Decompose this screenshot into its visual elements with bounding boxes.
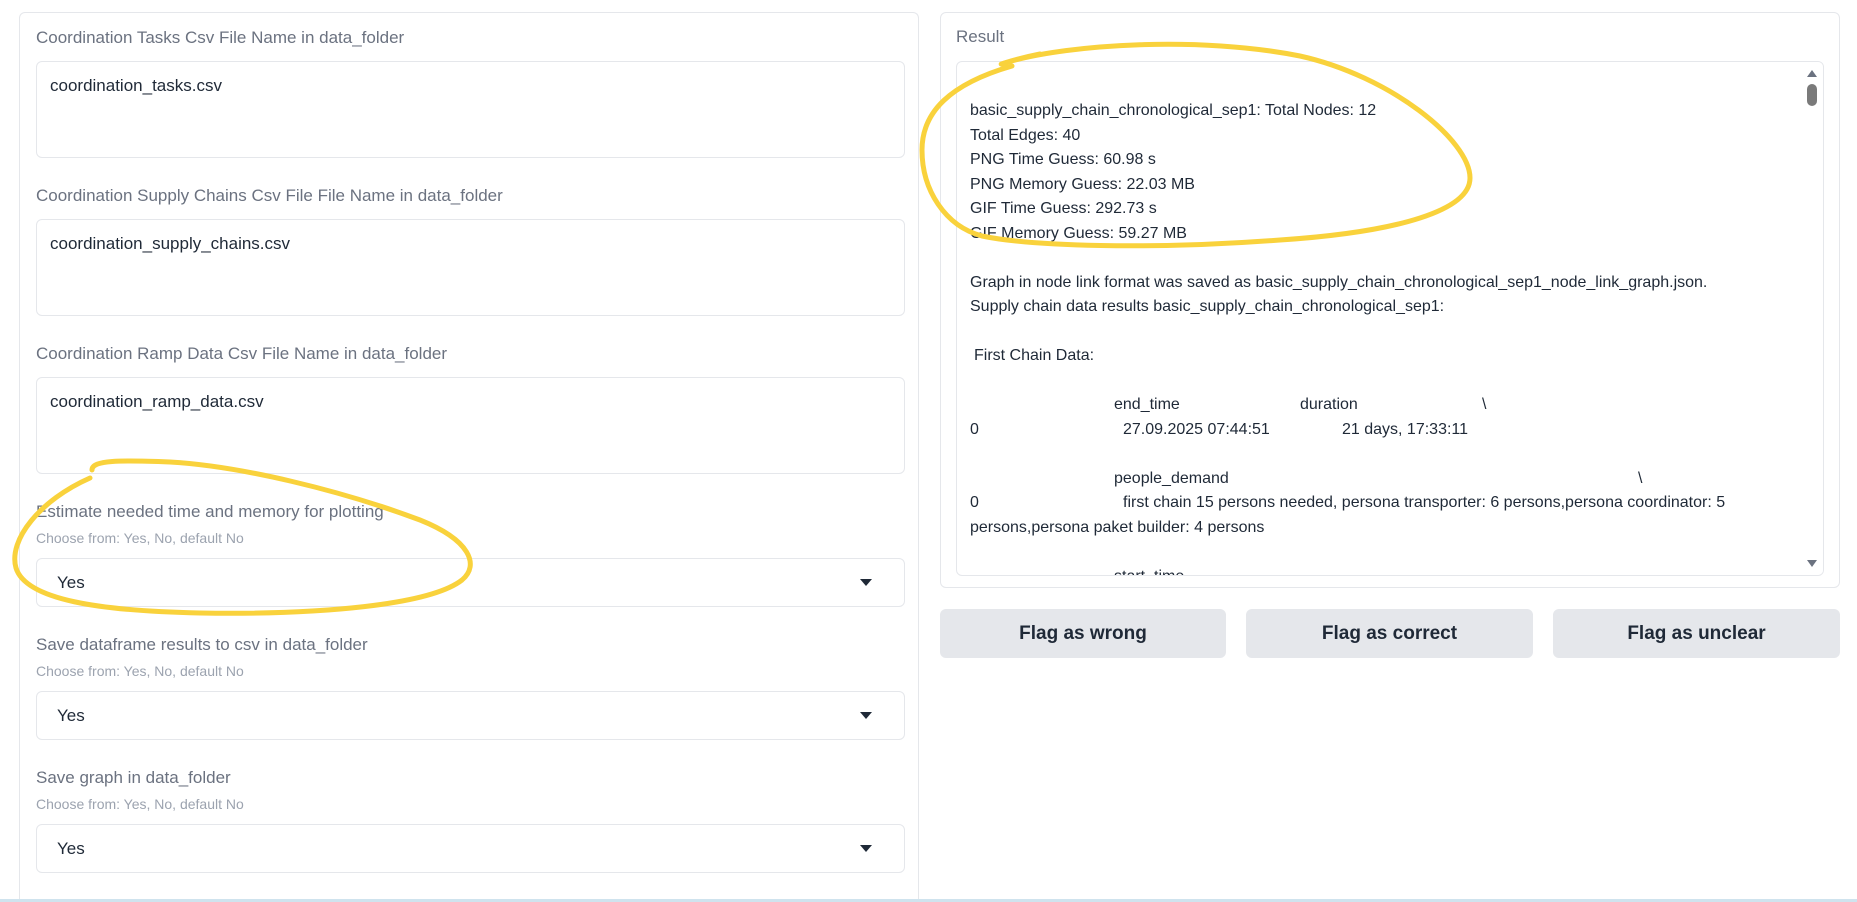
- cell-people-demand: first chain 15 persons needed, persona t…: [1123, 494, 1726, 511]
- tasks-file-input[interactable]: coordination_tasks.csv: [36, 61, 905, 158]
- ramp-file-label: Coordination Ramp Data Csv File Name in …: [36, 344, 448, 363]
- scroll-up-arrow-icon[interactable]: [1807, 70, 1817, 77]
- table-row: 0 27.09.2025 07:44:51 21 days, 17:33:11: [970, 418, 1795, 443]
- result-panel: Result basic_supply_chain_chronological_…: [940, 12, 1840, 588]
- input-form-panel: Coordination Tasks Csv File Name in data…: [19, 12, 919, 902]
- estimate-selected-value: Yes: [57, 572, 85, 592]
- table-header-row: end_time duration \: [970, 393, 1795, 418]
- table-row: 0 first chain 15 persons needed, persona…: [970, 491, 1795, 516]
- result-line-results: Supply chain data results basic_supply_c…: [970, 298, 1445, 315]
- column-start-time: start_time: [1114, 567, 1185, 576]
- flag-wrong-button[interactable]: Flag as wrong: [940, 609, 1226, 658]
- scrollbar-thumb[interactable]: [1807, 84, 1817, 106]
- save-dataframe-label: Save dataframe results to csv in data_fo…: [36, 635, 368, 654]
- scroll-down-arrow-icon[interactable]: [1807, 560, 1817, 567]
- cell-end-time: 27.09.2025 07:44:51: [1123, 420, 1270, 438]
- chains-file-input[interactable]: coordination_supply_chains.csv: [36, 219, 905, 316]
- save-dataframe-dropdown[interactable]: Yes: [36, 691, 905, 740]
- flag-unclear-button[interactable]: Flag as unclear: [1553, 609, 1840, 658]
- save-graph-label: Save graph in data_folder: [36, 768, 231, 787]
- result-label: Result: [956, 27, 1005, 46]
- column-end-time: end_time: [1114, 396, 1180, 413]
- column-duration: duration: [1300, 396, 1358, 413]
- result-line-gif-memory: GIF Memory Guess: 59.27 MB: [970, 224, 1187, 242]
- result-line-edges: Total Edges: 40: [970, 126, 1081, 144]
- row-index: 0: [970, 420, 979, 438]
- result-line-nodes: basic_supply_chain_chronological_sep1: T…: [970, 102, 1377, 119]
- save-graph-info: Choose from: Yes, No, default No: [36, 796, 244, 812]
- save-graph-dropdown[interactable]: Yes: [36, 824, 905, 873]
- chevron-down-icon: [860, 712, 872, 719]
- save-graph-selected-value: Yes: [57, 838, 85, 858]
- column-people-demand: people_demand: [1114, 469, 1229, 487]
- tasks-file-label: Coordination Tasks Csv File Name in data…: [36, 28, 405, 47]
- chevron-down-icon: [860, 579, 872, 586]
- chains-file-label: Coordination Supply Chains Csv File File…: [36, 186, 503, 205]
- result-line-gif-time: GIF Time Guess: 292.73 s: [970, 200, 1157, 217]
- row-index: 0: [970, 494, 979, 511]
- result-line-png-memory: PNG Memory Guess: 22.03 MB: [970, 175, 1195, 193]
- table-header-row: people_demand \: [970, 467, 1795, 492]
- estimate-info: Choose from: Yes, No, default No: [36, 530, 244, 546]
- cell-duration: 21 days, 17:33:11: [1342, 420, 1469, 438]
- save-dataframe-selected-value: Yes: [57, 705, 85, 725]
- result-text: basic_supply_chain_chronological_sep1: T…: [970, 99, 1795, 576]
- column-continuation: \: [1638, 469, 1643, 487]
- result-textarea[interactable]: basic_supply_chain_chronological_sep1: T…: [956, 61, 1824, 576]
- flag-correct-button[interactable]: Flag as correct: [1246, 609, 1533, 658]
- estimate-dropdown[interactable]: Yes: [36, 558, 905, 607]
- save-dataframe-info: Choose from: Yes, No, default No: [36, 663, 244, 679]
- estimate-label: Estimate needed time and memory for plot…: [36, 502, 384, 521]
- cell-people-demand-continued: persons,persona paket builder: 4 persons: [970, 518, 1265, 536]
- result-scrollbar[interactable]: [1801, 62, 1823, 575]
- chevron-down-icon: [860, 845, 872, 852]
- result-line-graph-saved: Graph in node link format was saved as b…: [970, 273, 1708, 291]
- table-header-row: start_time: [970, 565, 1795, 576]
- column-continuation: \: [1482, 396, 1487, 413]
- result-line-first-chain: First Chain Data:: [974, 347, 1095, 364]
- ramp-file-input[interactable]: coordination_ramp_data.csv: [36, 377, 905, 474]
- result-line-png-time: PNG Time Guess: 60.98 s: [970, 151, 1156, 168]
